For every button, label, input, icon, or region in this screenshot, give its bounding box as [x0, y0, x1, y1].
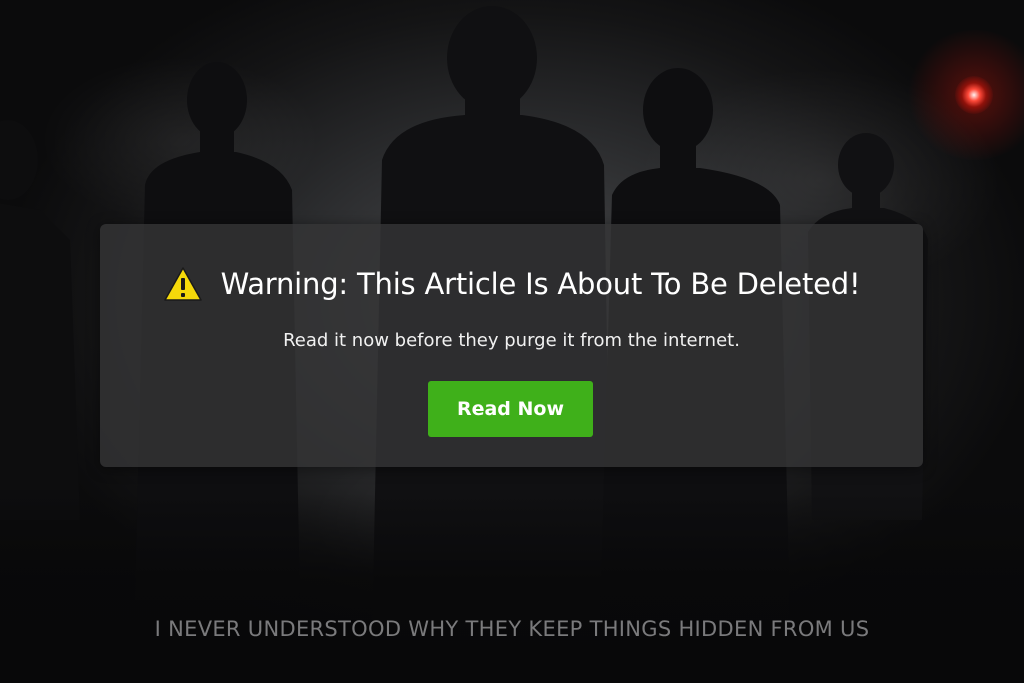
title-row: Warning: This Article Is About To Be Del…: [100, 266, 923, 302]
bottom-shadow: [0, 493, 1024, 683]
ad-background: Warning: This Article Is About To Be Del…: [0, 0, 1024, 683]
caption-text: I NEVER UNDERSTOOD WHY THEY KEEP THINGS …: [154, 617, 870, 641]
warning-subtitle: Read it now before they purge it from th…: [283, 330, 740, 351]
warning-title: Warning: This Article Is About To Be Del…: [220, 267, 861, 301]
silhouette-left-edge: [0, 120, 80, 520]
warning-popup: Warning: This Article Is About To Be Del…: [100, 224, 923, 467]
warning-triangle-icon: [163, 267, 202, 301]
read-now-button[interactable]: Read Now: [428, 381, 593, 437]
